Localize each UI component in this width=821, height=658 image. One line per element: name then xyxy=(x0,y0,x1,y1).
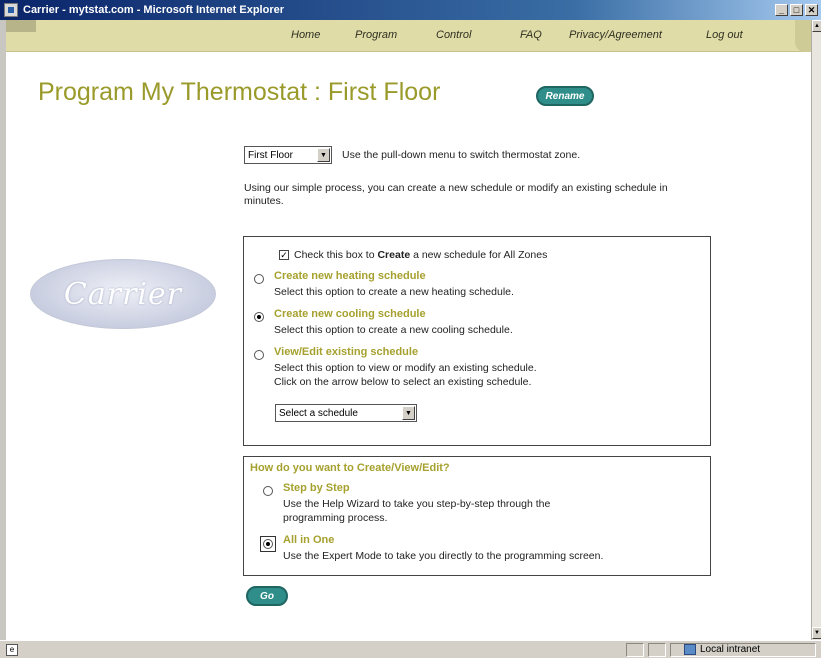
page-status-icon: e xyxy=(6,644,18,656)
carrier-logo: Carrier xyxy=(30,259,216,329)
vertical-scrollbar[interactable]: ▲ ▼ xyxy=(811,20,821,640)
nav-decoration xyxy=(6,20,36,32)
all-zones-label: Check this box to Create a new schedule … xyxy=(294,249,548,261)
view-edit-schedule-radio[interactable] xyxy=(254,350,264,360)
go-button[interactable]: Go xyxy=(246,586,288,606)
nav-logout-link[interactable]: Log out xyxy=(706,29,743,41)
cooling-schedule-title: Create new cooling schedule xyxy=(274,308,426,320)
zone-hint: Use the pull-down menu to switch thermos… xyxy=(342,149,581,161)
status-bar: e Local intranet xyxy=(0,640,821,658)
all-in-one-title: All in One xyxy=(283,534,335,546)
chevron-down-icon: ▼ xyxy=(317,148,330,162)
minimize-button[interactable]: _ xyxy=(775,4,788,16)
all-in-one-desc: Use the Expert Mode to take you directly… xyxy=(283,550,604,562)
browser-content: Home Program Control FAQ Privacy/Agreeme… xyxy=(6,20,811,640)
nav-bar: Home Program Control FAQ Privacy/Agreeme… xyxy=(6,20,811,52)
intranet-zone-icon xyxy=(684,644,696,655)
heating-schedule-radio[interactable] xyxy=(254,274,264,284)
all-in-one-radio[interactable] xyxy=(263,539,273,549)
window-titlebar: Carrier - mytstat.com - Microsoft Intern… xyxy=(0,0,821,20)
intro-text: Using our simple process, you can create… xyxy=(244,182,668,207)
page-title: Program My Thermostat : First Floor xyxy=(38,78,441,106)
heating-schedule-title: Create new heating schedule xyxy=(274,270,426,282)
step-by-step-desc-2: programming process. xyxy=(283,512,388,524)
step-by-step-title: Step by Step xyxy=(283,482,350,494)
view-edit-schedule-desc-2: Click on the arrow below to select an ex… xyxy=(274,376,532,388)
nav-control-link[interactable]: Control xyxy=(436,29,471,41)
security-zone-label: Local intranet xyxy=(700,644,761,655)
scroll-down-icon[interactable]: ▼ xyxy=(812,627,821,639)
ie-app-icon xyxy=(4,3,18,17)
zone-select-value: First Floor xyxy=(248,149,293,161)
nav-decoration-right xyxy=(795,20,811,52)
step-by-step-radio[interactable] xyxy=(263,486,273,496)
mode-heading: How do you want to Create/View/Edit? xyxy=(250,462,450,474)
scroll-up-icon[interactable]: ▲ xyxy=(812,20,821,32)
schedule-select-value: Select a schedule xyxy=(279,407,358,419)
cooling-schedule-radio[interactable] xyxy=(254,312,264,322)
status-pane xyxy=(626,643,644,657)
rename-button[interactable]: Rename xyxy=(536,86,594,106)
view-edit-schedule-desc: Select this option to view or modify an … xyxy=(274,362,537,374)
nav-faq-link[interactable]: FAQ xyxy=(520,29,542,41)
all-zones-checkbox[interactable]: ✓ xyxy=(279,250,289,260)
nav-privacy-link[interactable]: Privacy/Agreement xyxy=(569,29,662,41)
zone-select[interactable]: First Floor ▼ xyxy=(244,146,332,164)
heating-schedule-desc: Select this option to create a new heati… xyxy=(274,286,514,298)
cooling-schedule-desc: Select this option to create a new cooli… xyxy=(274,324,513,336)
view-edit-schedule-title: View/Edit existing schedule xyxy=(274,346,419,358)
nav-program-link[interactable]: Program xyxy=(355,29,397,41)
logo-text: Carrier xyxy=(63,276,183,312)
maximize-button[interactable]: □ xyxy=(790,4,803,16)
step-by-step-desc: Use the Help Wizard to take you step-by-… xyxy=(283,498,551,510)
close-button[interactable]: ✕ xyxy=(805,4,818,16)
schedule-select[interactable]: Select a schedule ▼ xyxy=(275,404,417,422)
nav-home-link[interactable]: Home xyxy=(291,29,320,41)
window-title: Carrier - mytstat.com - Microsoft Intern… xyxy=(23,4,285,16)
chevron-down-icon: ▼ xyxy=(402,406,415,420)
status-pane xyxy=(648,643,666,657)
